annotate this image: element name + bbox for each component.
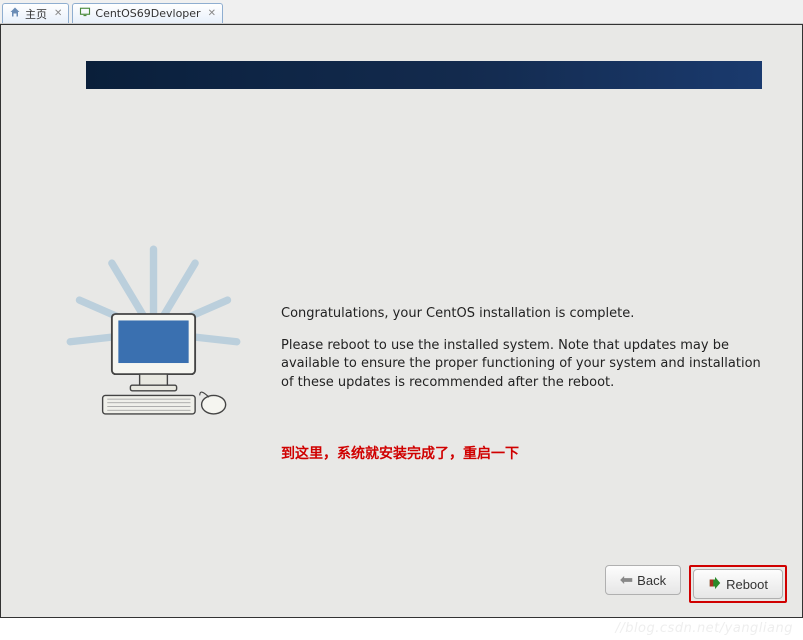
home-icon: [9, 6, 21, 21]
computer-illustration: [61, 240, 246, 425]
close-icon[interactable]: ✕: [208, 8, 216, 19]
vm-display: Congratulations, your CentOS installatio…: [0, 24, 803, 618]
tab-vm[interactable]: CentOS69Devloper ✕: [72, 3, 223, 23]
annotation-text: 到这里，系统就安装完成了，重启一下: [281, 443, 519, 463]
tab-home[interactable]: 主页 ✕: [2, 3, 69, 23]
close-icon[interactable]: ✕: [54, 8, 62, 19]
vm-icon: [79, 6, 91, 21]
reboot-note-text: Please reboot to use the installed syste…: [281, 337, 762, 392]
back-button[interactable]: ⬅ Back: [605, 565, 681, 595]
reboot-highlight: Reboot: [689, 565, 787, 603]
reboot-button[interactable]: Reboot: [693, 569, 783, 599]
tabs-bar: 主页 ✕ CentOS69Devloper ✕: [0, 0, 803, 24]
watermark-text: //blog.csdn.net/yangliang: [615, 621, 793, 636]
button-row: ⬅ Back Reboot: [605, 565, 787, 603]
arrow-right-icon: [708, 576, 722, 593]
installer-banner: [86, 61, 762, 89]
tab-vm-label: CentOS69Devloper: [95, 7, 200, 20]
arrow-left-icon: ⬅: [620, 570, 633, 590]
congrats-text: Congratulations, your CentOS installatio…: [281, 305, 762, 323]
back-button-label: Back: [637, 573, 666, 588]
reboot-button-label: Reboot: [726, 577, 768, 592]
tab-home-label: 主页: [25, 6, 47, 22]
installer-message: Congratulations, your CentOS installatio…: [281, 305, 762, 406]
